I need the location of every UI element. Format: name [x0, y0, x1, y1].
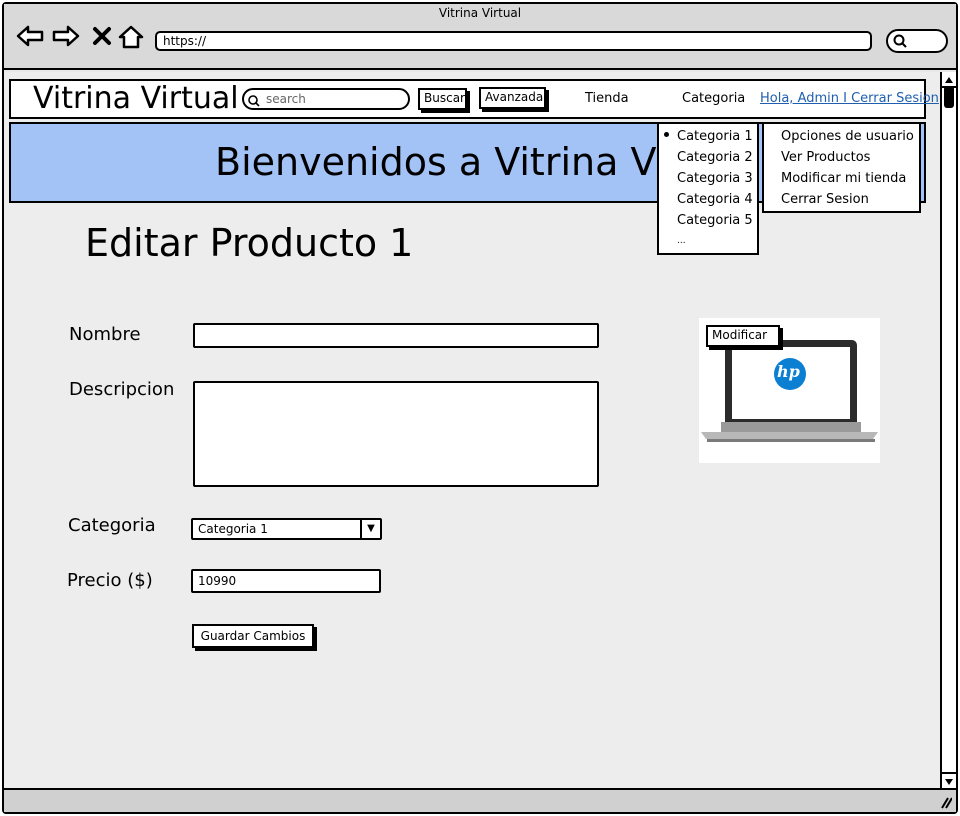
hp-logo: hp	[777, 362, 800, 381]
precio-input[interactable]: 10990	[191, 569, 381, 593]
site-search-input[interactable]: search	[242, 88, 410, 110]
chevron-down-icon[interactable]: ▼	[360, 520, 380, 538]
user-menu-item[interactable]: Ver Productos	[781, 147, 919, 168]
avanzada-button[interactable]: Avanzada	[479, 87, 546, 109]
precio-label: Precio ($)	[67, 570, 153, 591]
user-link[interactable]: Hola, Admin I Cerrar Sesion	[760, 91, 939, 106]
browser-search-box[interactable]	[886, 29, 948, 53]
resize-grip-icon[interactable]	[936, 794, 953, 814]
back-icon[interactable]	[16, 24, 44, 52]
user-dropdown: Opciones de usuario Ver Productos Modifi…	[762, 122, 921, 213]
modificar-image-button[interactable]: Modificar	[706, 325, 780, 347]
guardar-cambios-button[interactable]: Guardar Cambios	[192, 624, 314, 648]
site-logo[interactable]: Vitrina Virtual	[33, 82, 239, 116]
category-item[interactable]: Categoria 2	[677, 147, 757, 168]
search-icon	[892, 33, 908, 53]
home-icon[interactable]	[118, 24, 144, 54]
window-title: Vitrina Virtual	[438, 6, 522, 20]
category-item[interactable]: Categoria 5	[677, 210, 757, 231]
url-bar[interactable]: https://	[155, 31, 872, 51]
forward-icon[interactable]	[52, 24, 80, 52]
user-menu-item[interactable]: Modificar mi tienda	[781, 168, 919, 189]
nav-tienda[interactable]: Tienda	[585, 91, 629, 106]
category-item[interactable]: Categoria 4	[677, 189, 757, 210]
descripcion-label: Descripcion	[69, 379, 175, 400]
buscar-button[interactable]: Buscar	[418, 88, 467, 110]
vertical-scrollbar[interactable]	[940, 72, 956, 788]
category-item[interactable]: Categoria 3	[677, 168, 757, 189]
scroll-down-icon[interactable]	[942, 772, 956, 788]
categoria-select-value: Categoria 1	[198, 522, 268, 536]
status-bar	[4, 788, 956, 812]
scroll-thumb[interactable]	[944, 86, 954, 108]
nombre-input[interactable]	[193, 323, 599, 348]
categoria-select[interactable]: Categoria 1 ▼	[191, 518, 382, 540]
selected-dot-icon	[664, 132, 669, 137]
categoria-label: Categoria	[68, 515, 156, 536]
user-menu-item[interactable]: Opciones de usuario	[781, 126, 919, 147]
page-title: Editar Producto 1	[85, 221, 414, 265]
search-icon	[247, 93, 261, 112]
category-item[interactable]: Categoria 1	[677, 126, 757, 147]
nombre-label: Nombre	[69, 324, 141, 345]
user-menu-item[interactable]: Cerrar Sesion	[781, 189, 919, 210]
descripcion-textarea[interactable]	[193, 381, 599, 487]
close-icon[interactable]	[92, 26, 112, 50]
nav-categoria[interactable]: Categoria	[682, 91, 745, 106]
category-item[interactable]: ...	[677, 231, 757, 252]
category-dropdown: Categoria 1 Categoria 2 Categoria 3 Cate…	[657, 122, 759, 255]
